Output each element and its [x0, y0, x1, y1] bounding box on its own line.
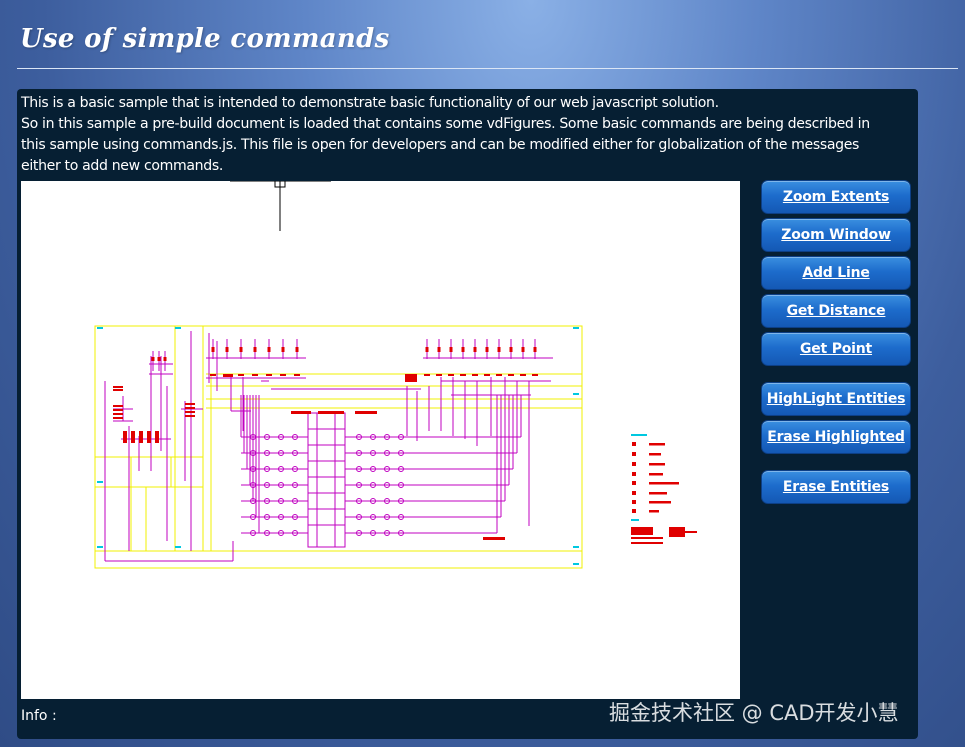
- info-status: Info :: [21, 708, 57, 724]
- highlight-entities-button[interactable]: HighLight Entities: [761, 382, 911, 416]
- erase-entities-button[interactable]: Erase Entities: [761, 470, 911, 504]
- description-line: this sample using commands.js. This file…: [21, 137, 860, 153]
- title-divider: [17, 68, 958, 69]
- crosshair-cursor: [230, 181, 331, 231]
- description-line: either to add new commands.: [21, 158, 223, 174]
- erase-highlighted-button[interactable]: Erase Highlighted: [761, 420, 911, 454]
- zoom-window-button[interactable]: Zoom Window: [761, 218, 911, 252]
- page-title: Use of simple commands: [20, 24, 390, 54]
- drawing-legend: [631, 434, 697, 544]
- zoom-extents-button[interactable]: Zoom Extents: [761, 180, 911, 214]
- get-distance-button[interactable]: Get Distance: [761, 294, 911, 328]
- description-line: So in this sample a pre-build document i…: [21, 116, 870, 132]
- watermark: 掘金技术社区 @ CAD开发小慧: [609, 701, 899, 725]
- cad-drawing-canvas[interactable]: [21, 181, 740, 699]
- description: This is a basic sample that is intended …: [21, 93, 916, 177]
- get-point-button[interactable]: Get Point: [761, 332, 911, 366]
- schematic: [94, 325, 583, 569]
- cad-drawing: [94, 181, 697, 569]
- description-line: This is a basic sample that is intended …: [21, 95, 719, 111]
- add-line-button[interactable]: Add Line: [761, 256, 911, 290]
